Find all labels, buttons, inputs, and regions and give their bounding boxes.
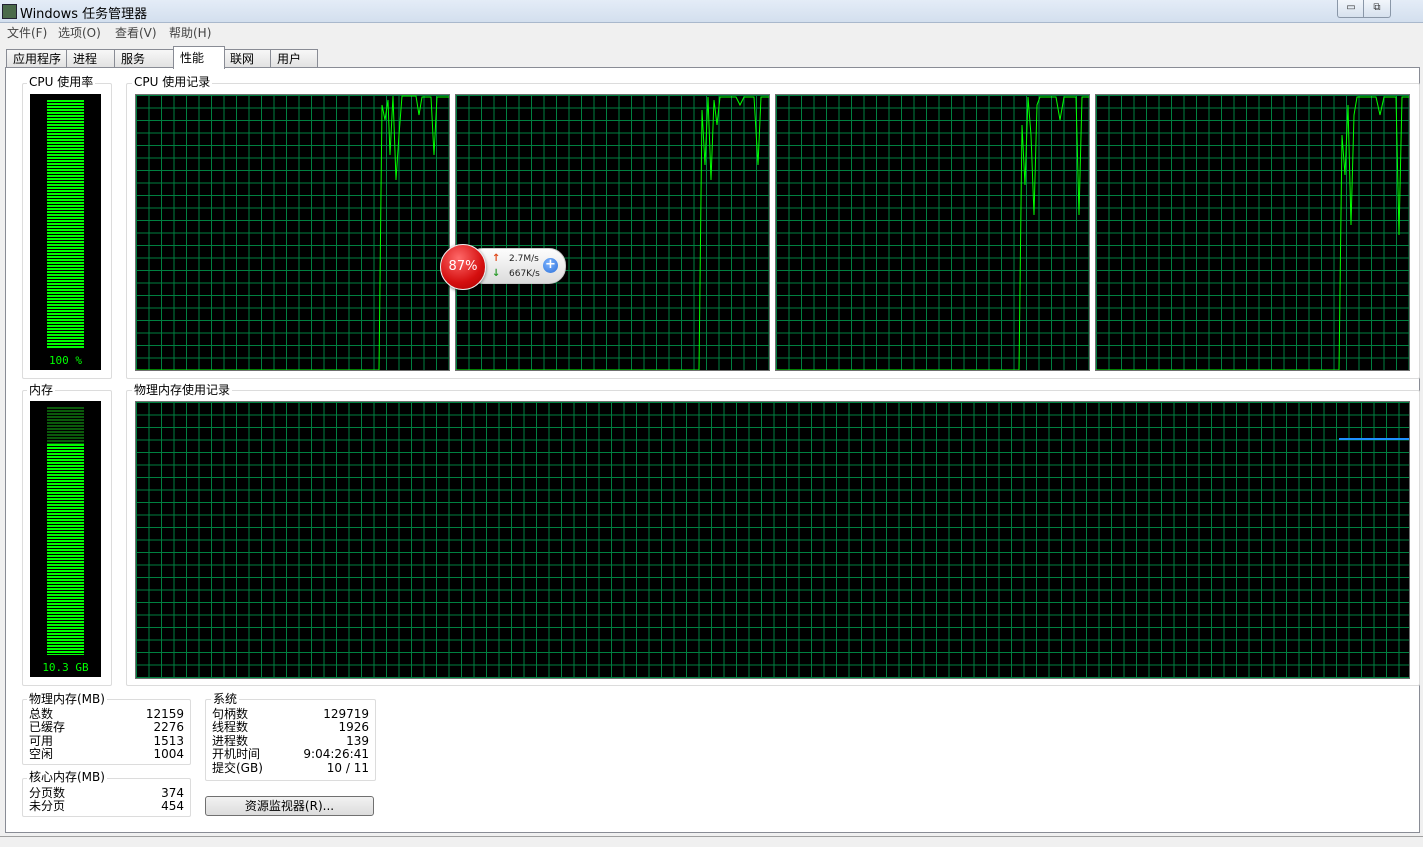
- status-bar: [0, 836, 1423, 847]
- cpu-history-line: [456, 96, 769, 370]
- tab-users[interactable]: 用户: [270, 49, 318, 68]
- task-manager-icon: [2, 4, 17, 19]
- memory-history-graph: [135, 401, 1410, 679]
- stat-value: 1004: [153, 747, 184, 761]
- window-title: Windows 任务管理器: [20, 7, 148, 22]
- restore-button[interactable]: ⧉: [1363, 0, 1391, 18]
- stat-label: 可用: [29, 734, 54, 748]
- expand-plus-icon[interactable]: +: [543, 258, 558, 273]
- menu-help[interactable]: 帮助(H): [169, 24, 211, 41]
- stat-label: 已缓存: [29, 720, 66, 734]
- download-arrow-icon: ↓: [492, 268, 501, 279]
- menu-options[interactable]: 选项(O): [58, 24, 101, 41]
- cpu-history-label: CPU 使用记录: [132, 75, 213, 89]
- stat-label: 句柄数: [212, 707, 249, 721]
- menu-file[interactable]: 文件(F): [7, 24, 47, 41]
- resource-monitor-button[interactable]: 资源监视器(R)...: [205, 796, 374, 816]
- title-bar[interactable]: Windows 任务管理器 ▭ ⧉: [0, 0, 1423, 23]
- load-percent-badge[interactable]: 87%: [440, 244, 486, 290]
- menu-bar: 文件(F) 选项(O) 查看(V) 帮助(H): [0, 23, 1423, 41]
- cpu-meter-bars: [47, 100, 84, 348]
- tab-processes[interactable]: 进程: [66, 49, 116, 68]
- cpu-core-3-graph: [775, 94, 1090, 371]
- system-group: 句柄数 129719 线程数 1926 进程数 139 开机时间 9:04:26:41 …: [205, 699, 376, 781]
- cpu-core-2-graph: [455, 94, 770, 371]
- stat-label: 提交(GB): [212, 761, 263, 775]
- memory-meter-bars: [47, 444, 84, 655]
- stat-label: 开机时间: [212, 747, 261, 761]
- stat-row: 线程数 1926: [212, 721, 369, 734]
- cpu-usage-value: 100 %: [48, 354, 83, 367]
- memory-value: 10.3 GB: [42, 661, 89, 674]
- memory-meter: 10.3 GB: [30, 401, 101, 677]
- stat-value: 10 / 11: [326, 761, 369, 775]
- stat-row: 未分页 454: [29, 800, 184, 813]
- cpu-core-1-graph: [135, 94, 450, 371]
- minimize-button[interactable]: ▭: [1337, 0, 1365, 18]
- kernel-memory-title: 核心内存(MB): [27, 770, 107, 784]
- upload-arrow-icon: ↑: [492, 253, 501, 264]
- stat-label: 总数: [29, 707, 54, 721]
- stat-row: 开机时间 9:04:26:41: [212, 748, 369, 761]
- stat-row: 空闲 1004: [29, 748, 184, 761]
- stat-value: 2276: [153, 720, 184, 734]
- stat-label: 线程数: [212, 720, 249, 734]
- stat-value: 1926: [338, 720, 369, 734]
- stat-label: 未分页: [29, 799, 66, 813]
- minimize-icon: ▭: [1346, 2, 1356, 13]
- cpu-history-line: [1096, 96, 1409, 370]
- memory-history-label: 物理内存使用记录: [132, 383, 233, 397]
- cpu-core-4-graph: [1095, 94, 1410, 371]
- tab-networking[interactable]: 联网: [223, 49, 273, 68]
- download-rate: 667K/s: [509, 269, 540, 279]
- tab-services[interactable]: 服务: [114, 49, 175, 68]
- memory-label: 内存: [27, 383, 56, 397]
- cpu-history-line: [776, 96, 1089, 370]
- stat-row: 提交(GB) 10 / 11: [212, 762, 369, 775]
- physical-memory-group: 总数 12159 已缓存 2276 可用 1513 空闲 1004: [22, 699, 191, 765]
- system-title: 系统: [211, 692, 240, 706]
- cpu-usage-meter: 100 %: [30, 94, 101, 370]
- stat-label: 分页数: [29, 786, 66, 800]
- menu-view[interactable]: 查看(V): [115, 24, 157, 41]
- tab-performance[interactable]: 性能: [173, 46, 225, 69]
- cpu-usage-label: CPU 使用率: [27, 75, 96, 89]
- stat-label: 空闲: [29, 747, 54, 761]
- stat-value: 454: [161, 799, 184, 813]
- cpu-history-line: [136, 95, 449, 370]
- stat-row: 已缓存 2276: [29, 721, 184, 734]
- upload-rate: 2.7M/s: [509, 254, 539, 264]
- physical-memory-title: 物理内存(MB): [27, 692, 107, 706]
- network-speed-widget[interactable]: 87% ↑ 2.7M/s ↓ 667K/s +: [440, 244, 566, 290]
- stat-label: 进程数: [212, 734, 249, 748]
- tab-applications[interactable]: 应用程序: [6, 49, 70, 68]
- restore-icon: ⧉: [1373, 2, 1381, 13]
- stat-value: 9:04:26:41: [303, 747, 369, 761]
